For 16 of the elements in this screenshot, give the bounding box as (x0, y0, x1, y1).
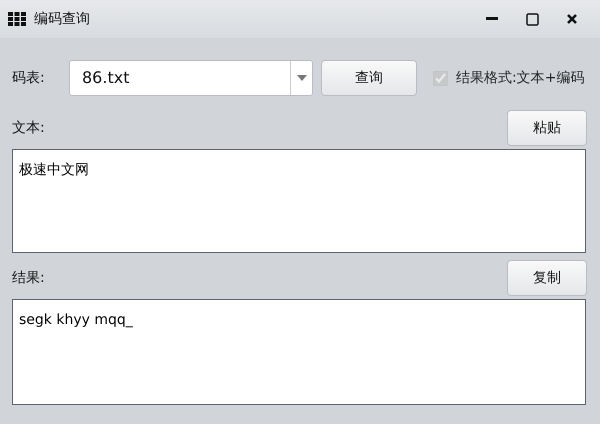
app-grid-icon (8, 12, 26, 26)
result-box[interactable]: segk khyy mqq_ (12, 299, 586, 405)
code-table-label: 码表: (12, 68, 46, 88)
close-icon (566, 13, 578, 25)
minimize-icon (486, 17, 498, 21)
text-label: 文本: (12, 118, 45, 138)
query-button[interactable]: 查询 (321, 60, 417, 96)
format-checkbox-label: 结果格式:文本+编码 (456, 68, 584, 88)
text-button[interactable]: 粘贴 (507, 110, 587, 146)
result-label: 结果: (12, 268, 45, 288)
maximize-icon (526, 12, 538, 26)
result-button[interactable]: 复制 (507, 260, 587, 296)
dropdown-caret-icon (296, 75, 306, 81)
code-table-dropdown[interactable]: 86.txt (69, 60, 313, 96)
text-box[interactable]: 极速中文网 (12, 149, 586, 253)
window-title: 编码查询 (34, 10, 91, 28)
